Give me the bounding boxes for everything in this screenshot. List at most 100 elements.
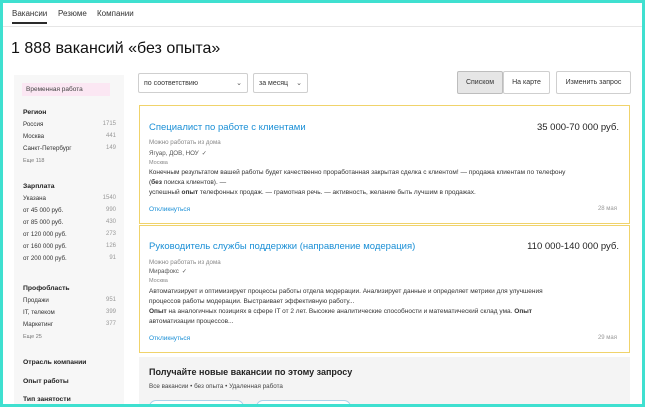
filter-section-industry[interactable]: Отрасль компании [23,359,86,366]
description-text: Автоматизирует и оптимизирует процессы р… [149,288,543,295]
vacancy-city: Москва [149,160,168,166]
view-map-button[interactable]: На карте [503,71,550,94]
vacancy-date: 29 мая [597,335,617,341]
description-text: процессов работы модерации. Выстраивает … [149,298,355,305]
description-text: телефонных продаж. — грамотная речь. — а… [198,189,476,196]
filter-option[interactable]: от 160 000 руб. 126 [23,243,119,255]
filter-option-count: 377 [105,321,116,327]
filter-group-region: Регион Россия 1715 Москва 441 Санкт-Пете… [23,109,119,164]
vacancy-date: 28 мая [597,206,617,212]
filters-sidebar: Временная работа Регион Россия 1715 Моск… [14,75,124,407]
company-name: Мирафокс [149,268,179,275]
vacancy-remote-label: Можно работать из дома [149,139,221,146]
highlighted-keyword: без [151,179,163,186]
page-title: 1 888 вакансий «без опыта» [11,40,221,57]
sort-select-value: по соответствию [144,80,199,87]
filter-option-count: 1715 [102,121,116,127]
vacancy-city: Москва [149,278,168,284]
vacancy-company[interactable]: Ягуар, ДОВ, НОУ ✓ [149,150,207,157]
filter-option-count: 126 [105,243,116,249]
filter-option[interactable]: Маркетинг 377 [23,321,119,333]
description-line: автоматизации процессов... [149,317,627,327]
description-text: на аналогичных позициях в сфере IT от 2 … [166,308,515,315]
filter-option-count: 273 [105,231,116,237]
vacancy-title-link[interactable]: Специалист по работе с клиентами [149,122,306,133]
description-line: (без поиска клиентов). — [149,178,627,188]
description-line: процессов работы модерации. Выстраивает … [149,297,627,307]
view-list-button[interactable]: Списком [457,71,503,94]
vacancy-company[interactable]: Мирафокс ✓ [149,268,187,275]
filter-option-label: от 160 000 руб. [23,243,67,250]
filter-option-count: 149 [105,145,116,151]
description-line: Конечным результатом вашей работы будет … [149,168,627,178]
vacancy-salary: 110 000-140 000 руб. [527,241,619,252]
highlighted-keyword: Опыт [514,308,532,315]
filter-option-count: 441 [105,133,116,139]
filter-option-label: Санкт-Петербург [23,145,72,152]
filter-option-label: Указана [23,195,47,202]
filter-group-title: Зарплата [23,183,55,190]
vacancy-title-link[interactable]: Руководитель службы поддержки (направлен… [149,241,415,252]
filter-group-title: Регион [23,109,47,116]
filter-option[interactable]: Продажи 951 [23,297,119,309]
period-select[interactable]: за месяц ⌄ [253,73,308,93]
respond-link[interactable]: Откликнуться [149,206,190,213]
description-text: поиска клиентов). — [162,179,227,186]
subscribe-option-button[interactable] [256,400,351,407]
description-line: Опыт на аналогичных позициях в сфере IT … [149,307,627,317]
verified-check-icon: ✓ [181,268,188,275]
filter-option[interactable]: от 45 000 руб. 990 [23,207,119,219]
filter-option-label: IT, телеком [23,309,55,316]
filter-option-count: 990 [105,207,116,213]
description-text: автоматизации процессов... [149,318,234,325]
filter-option[interactable]: IT, телеком 399 [23,309,119,321]
description-text: успешный [149,189,182,196]
filter-section-employment[interactable]: Тип занятости [23,396,71,403]
filter-more-link[interactable]: Еще 118 [23,158,119,164]
filter-option-label: от 120 000 руб. [23,231,67,238]
description-line: Автоматизирует и оптимизирует процессы р… [149,287,627,297]
period-select-value: за месяц [259,80,289,87]
vacancy-description: Автоматизирует и оптимизирует процессы р… [149,287,627,327]
filter-option[interactable]: Россия 1715 [23,121,119,133]
highlighted-keyword: Опыт [149,308,167,315]
tab-resumes[interactable]: Резюме [58,9,87,18]
verified-check-icon: ✓ [201,150,207,157]
filter-option[interactable]: от 85 000 руб. 430 [23,219,119,231]
filter-option[interactable]: Указана 1540 [23,195,119,207]
filter-option-count: 91 [109,255,116,261]
filter-option[interactable]: от 200 000 руб. 91 [23,255,119,267]
vacancy-remote-label: Можно работать из дома [149,259,221,266]
tab-companies[interactable]: Компании [97,9,134,18]
sort-select[interactable]: по соответствию ⌄ [138,73,248,93]
subscribe-query: Все вакансии • без опыта • Удаленная раб… [149,383,283,390]
highlighted-keyword: опыт [181,189,199,196]
vacancy-description: Конечным результатом вашей работы будет … [149,168,627,198]
filter-option-label: Маркетинг [23,321,54,328]
description-line: успешный опыт телефонных продаж. — грамо… [149,188,627,198]
respond-link[interactable]: Откликнуться [149,335,190,342]
subscribe-title: Получайте новые вакансии по этому запрос… [149,367,353,377]
filter-option[interactable]: Москва 441 [23,133,119,145]
chevron-down-icon: ⌄ [236,80,242,87]
change-query-button[interactable]: Изменить запрос [556,71,631,94]
filter-section-experience[interactable]: Опыт работы [23,378,69,385]
filter-option-label: Россия [23,121,44,128]
description-text: Конечным результатом вашей работы будет … [149,169,566,176]
filter-option-label: Москва [23,133,45,140]
filter-option[interactable]: от 120 000 руб. 273 [23,231,119,243]
filter-more-link[interactable]: Еще 25 [23,334,119,340]
filter-option-count: 1540 [102,195,116,201]
filter-tag-temporary[interactable]: Временная работа [22,83,110,96]
chevron-down-icon: ⌄ [296,80,302,87]
vacancy-salary: 35 000-70 000 руб. [536,122,619,133]
filter-option-label: от 45 000 руб. [23,207,64,214]
tab-vacancies[interactable]: Вакансии [12,9,48,24]
subscribe-block: Получайте новые вакансии по этому запрос… [139,357,630,407]
top-nav: Вакансии Резюме Компании [3,3,642,27]
filter-option-label: от 200 000 руб. [23,255,67,262]
filter-group-area: Профобласть Продажи 951 IT, телеком 399 … [23,285,119,340]
filter-option-count: 951 [105,297,116,303]
filter-option[interactable]: Санкт-Петербург 149 [23,145,119,157]
subscribe-button[interactable] [149,400,244,407]
